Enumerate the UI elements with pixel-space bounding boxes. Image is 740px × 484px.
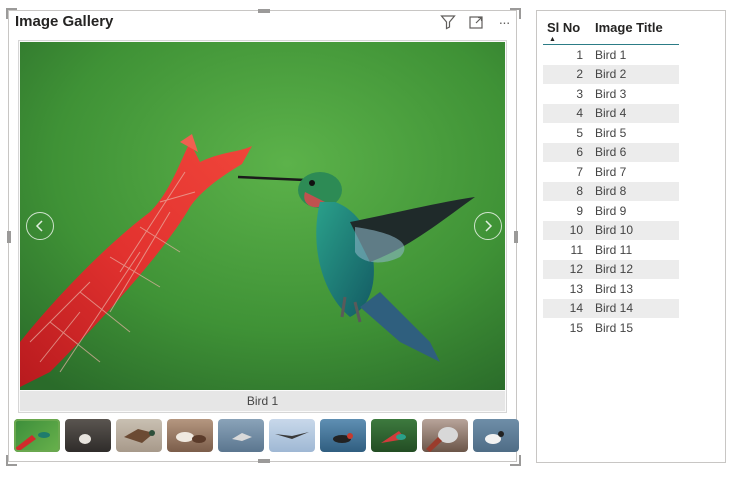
sort-ascending-icon: ▲ [549,36,556,43]
image-caption: Bird 1 [20,391,505,411]
column-header-sl-no[interactable]: Sl No [547,20,580,35]
table-row[interactable]: 7 Bird 7 [543,162,679,182]
cell-image-title: Bird 3 [595,86,627,101]
table-row[interactable]: 5 Bird 5 [543,123,679,143]
thumbnail-bird-3[interactable] [116,419,162,452]
cell-sl-no: 13 [569,281,583,296]
table-row[interactable]: 9 Bird 9 [543,201,679,221]
table-row[interactable]: 11 Bird 11 [543,240,679,260]
next-image-button[interactable] [474,212,502,240]
cell-sl-no: 11 [570,242,583,257]
cell-image-title: Bird 5 [595,125,627,140]
gallery-title: Image Gallery [15,13,114,30]
thumbnail-bird-1[interactable] [14,419,60,452]
table-row[interactable]: 8 Bird 8 [543,181,679,201]
table-row[interactable]: 6 Bird 6 [543,142,679,162]
table-row[interactable]: 15 Bird 15 [543,318,679,338]
cell-sl-no: 3 [576,86,583,101]
cell-sl-no: 15 [569,320,583,335]
thumbnail-strip [14,419,519,452]
thumbnail-bird-5[interactable] [218,419,264,452]
table-row[interactable]: 3 Bird 3 [543,84,679,104]
cell-image-title: Bird 14 [595,301,634,316]
cell-image-title: Bird 15 [595,320,634,335]
cell-image-title: Bird 9 [595,203,627,218]
cell-image-title: Bird 11 [595,242,633,257]
table-row[interactable]: 12 Bird 12 [543,259,679,279]
more-options-icon[interactable]: ··· [494,13,514,31]
table-header: Sl No ▲ Image Title [543,18,679,45]
thumbnail-bird-8[interactable] [371,419,417,452]
table-row[interactable]: 14 Bird 14 [543,298,679,318]
column-header-image-title[interactable]: Image Title [595,20,663,35]
table-row[interactable]: 4 Bird 4 [543,103,679,123]
thumbnail-bird-10[interactable] [473,419,519,452]
thumbnail-bird-6[interactable] [269,419,315,452]
previous-image-button[interactable] [26,212,54,240]
resize-handle-bottom-right[interactable] [510,455,521,466]
main-photo [20,42,505,390]
cell-sl-no: 9 [576,203,583,218]
resize-handle-bottom-left[interactable] [6,455,17,466]
image-viewer: Bird 1 [18,40,507,413]
cell-image-title: Bird 12 [595,262,634,277]
cell-sl-no: 7 [576,164,583,179]
cell-image-title: Bird 10 [595,223,634,238]
thumbnail-bird-9[interactable] [422,419,468,452]
cell-sl-no: 5 [576,125,583,140]
focus-mode-icon[interactable] [466,13,486,31]
resize-handle-left[interactable] [7,231,11,243]
cell-sl-no: 12 [569,262,583,277]
table-body: 1 Bird 1 2 Bird 2 3 Bird 3 4 Bird 4 5 Bird 5 … [543,45,679,338]
image-table-visual[interactable]: Sl No ▲ Image Title 1 Bird 1 2 Bird 2 3 Bir… [536,10,726,463]
cell-image-title: Bird 6 [595,145,627,160]
image-gallery-visual[interactable]: Image Gallery ··· Bird 1 [6,8,521,466]
resize-handle-top[interactable] [258,9,270,13]
thumbnail-bird-7[interactable] [320,419,366,452]
thumbnail-bird-4[interactable] [167,419,213,452]
visual-header-icons: ··· [438,13,514,31]
cell-sl-no: 6 [576,145,583,160]
cell-sl-no: 2 [576,67,583,82]
cell-sl-no: 4 [576,106,583,121]
resize-handle-right[interactable] [514,231,518,243]
table-row[interactable]: 10 Bird 10 [543,220,679,240]
thumbnail-bird-2[interactable] [65,419,111,452]
table-row[interactable]: 13 Bird 13 [543,279,679,299]
cell-sl-no: 1 [576,47,583,62]
cell-image-title: Bird 4 [595,106,627,121]
cell-sl-no: 10 [569,223,583,238]
cell-image-title: Bird 2 [595,67,627,82]
cell-image-title: Bird 1 [595,47,627,62]
cell-sl-no: 14 [569,301,583,316]
table-row[interactable]: 1 Bird 1 [543,45,679,65]
filter-icon[interactable] [438,13,458,31]
table-row[interactable]: 2 Bird 2 [543,64,679,84]
cell-image-title: Bird 13 [595,281,634,296]
cell-image-title: Bird 7 [595,164,627,179]
cell-image-title: Bird 8 [595,184,627,199]
resize-handle-bottom[interactable] [258,459,270,463]
cell-sl-no: 8 [576,184,583,199]
